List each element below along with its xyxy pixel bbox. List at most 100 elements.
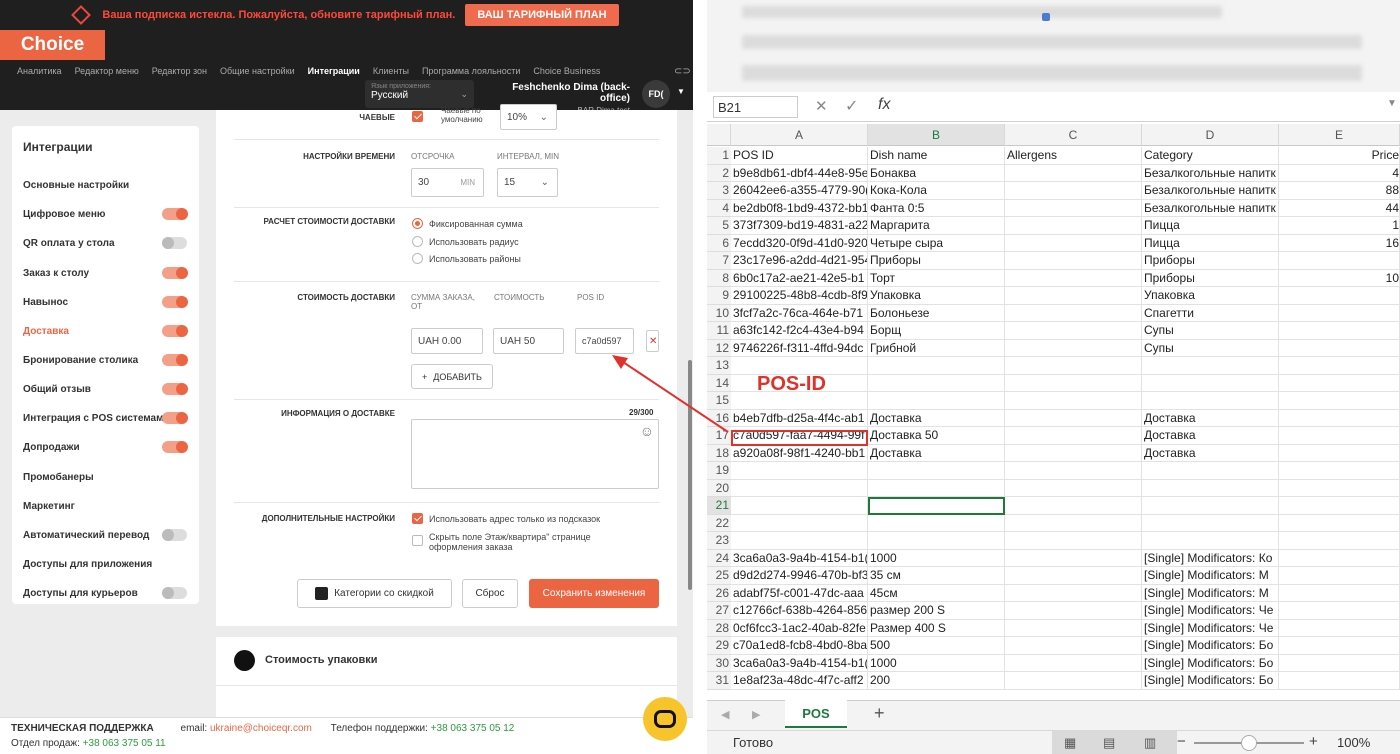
radio-radius[interactable]: [412, 236, 423, 247]
cell[interactable]: POS ID: [731, 147, 868, 165]
cell[interactable]: [1005, 304, 1142, 322]
row-header[interactable]: 9: [707, 287, 731, 305]
cell[interactable]: [1142, 392, 1279, 410]
row-header[interactable]: 24: [707, 549, 731, 567]
cell[interactable]: [1005, 567, 1142, 585]
order-sum-input[interactable]: UAH 0.00: [411, 328, 483, 354]
cell[interactable]: [1005, 339, 1142, 357]
row-header[interactable]: 27: [707, 602, 731, 620]
cell[interactable]: 44: [1279, 199, 1400, 217]
cell[interactable]: [1142, 479, 1279, 497]
sheet-tab-pos[interactable]: POS: [785, 700, 847, 728]
cell[interactable]: 29100225-48b8-4cdb-8f9: [731, 287, 868, 305]
cell[interactable]: Упаковка: [868, 287, 1005, 305]
cell[interactable]: [1005, 514, 1142, 532]
cell[interactable]: Маргарита: [868, 217, 1005, 235]
cell[interactable]: [1279, 374, 1400, 392]
cell[interactable]: [868, 462, 1005, 480]
name-box[interactable]: B21: [713, 96, 798, 118]
cell[interactable]: [731, 357, 868, 375]
cell[interactable]: [1005, 637, 1142, 655]
cell[interactable]: Борщ: [868, 322, 1005, 340]
row-header[interactable]: 14: [707, 374, 731, 392]
cell[interactable]: [1279, 444, 1400, 462]
cell[interactable]: Супы: [1142, 339, 1279, 357]
cell[interactable]: [1142, 374, 1279, 392]
cell[interactable]: [1142, 514, 1279, 532]
nav-item[interactable]: Клиенты: [373, 66, 409, 76]
pos-id-input[interactable]: c7a0d597: [575, 328, 634, 354]
cell[interactable]: Доставка: [1142, 444, 1279, 462]
row-header[interactable]: 15: [707, 392, 731, 410]
cell[interactable]: b9e8db61-dbf4-44e8-95e: [731, 164, 868, 182]
cell[interactable]: [Single] Modificators: Ко: [1142, 549, 1279, 567]
cell[interactable]: [1279, 357, 1400, 375]
cell[interactable]: [731, 462, 868, 480]
cell[interactable]: 23c17e96-a2dd-4d21-954: [731, 252, 868, 270]
cell[interactable]: Доставка: [868, 409, 1005, 427]
cell[interactable]: [1005, 287, 1142, 305]
cell[interactable]: Размер 400 S: [868, 619, 1005, 637]
nav-item[interactable]: Choice Business: [533, 66, 600, 76]
cell[interactable]: 7ecdd320-0f9d-41d0-920: [731, 234, 868, 252]
delay-input[interactable]: 30 MIN: [411, 168, 484, 197]
row-header[interactable]: 6: [707, 234, 731, 252]
cell[interactable]: [1005, 182, 1142, 200]
cell[interactable]: [1279, 549, 1400, 567]
cell[interactable]: [1279, 339, 1400, 357]
cell[interactable]: [1279, 619, 1400, 637]
cell[interactable]: 3ca6a0a3-9a4b-4154-b1(: [731, 549, 868, 567]
sidebar-toggle[interactable]: [162, 267, 188, 279]
cell[interactable]: [868, 392, 1005, 410]
cell[interactable]: Price: [1279, 147, 1400, 165]
cell[interactable]: Бонаква: [868, 164, 1005, 182]
row-header[interactable]: 16: [707, 409, 731, 427]
cell[interactable]: [Single] Modificators: Че: [1142, 602, 1279, 620]
cell[interactable]: [868, 357, 1005, 375]
cell[interactable]: Торт: [868, 269, 1005, 287]
cell[interactable]: Пицца: [1142, 217, 1279, 235]
next-sheet-icon[interactable]: ▶: [752, 708, 760, 721]
support-phone-link[interactable]: +38 063 375 05 12: [431, 723, 515, 734]
zoom-slider-thumb[interactable]: [1241, 735, 1257, 751]
cell[interactable]: [868, 497, 1005, 515]
cell[interactable]: [1005, 252, 1142, 270]
cell[interactable]: Супы: [1142, 322, 1279, 340]
cell[interactable]: 88: [1279, 182, 1400, 200]
sidebar-toggle[interactable]: [162, 587, 187, 599]
interval-select[interactable]: 15 ⌄: [497, 168, 558, 197]
cell[interactable]: adabf75f-c001-47dc-aaa: [731, 584, 868, 602]
cell[interactable]: 3ca6a0a3-9a4b-4154-b1(: [731, 654, 868, 672]
cell[interactable]: Доставка 50: [868, 427, 1005, 445]
cell[interactable]: [Single] Modificators: Че: [1142, 619, 1279, 637]
cell[interactable]: [1005, 409, 1142, 427]
cell[interactable]: [1142, 357, 1279, 375]
cell[interactable]: Безалкогольные напитк: [1142, 182, 1279, 200]
cell[interactable]: [868, 514, 1005, 532]
cell[interactable]: 4: [1279, 164, 1400, 182]
row-header[interactable]: 18: [707, 444, 731, 462]
spreadsheet-grid[interactable]: A B C D E 1 POS ID Dish name Allergens Category Pr…: [707, 124, 1400, 700]
hide-floor-checkbox[interactable]: [412, 535, 423, 546]
cell[interactable]: [1005, 479, 1142, 497]
cell[interactable]: 35 см: [868, 567, 1005, 585]
cell[interactable]: [1005, 654, 1142, 672]
add-row-button[interactable]: + ДОБАВИТЬ: [411, 364, 493, 389]
confirm-icon[interactable]: ✓: [845, 96, 858, 116]
cell[interactable]: [1279, 567, 1400, 585]
cell[interactable]: [1279, 532, 1400, 550]
cell[interactable]: 1: [1279, 217, 1400, 235]
cell[interactable]: [1279, 637, 1400, 655]
row-header[interactable]: 7: [707, 252, 731, 270]
cell[interactable]: Доставка: [1142, 409, 1279, 427]
zoom-in-icon[interactable]: +: [1309, 733, 1318, 750]
cell[interactable]: [Single] Modificators: Бо: [1142, 637, 1279, 655]
cell[interactable]: [Single] Modificators: Бо: [1142, 672, 1279, 690]
nav-item[interactable]: Редактор зон: [152, 66, 207, 76]
tariff-plan-button[interactable]: ВАШ ТАРИФНЫЙ ПЛАН: [465, 4, 619, 26]
row-header[interactable]: 13: [707, 357, 731, 375]
sidebar-toggle[interactable]: [162, 208, 188, 220]
cell[interactable]: 373f7309-bd19-4831-a22: [731, 217, 868, 235]
cell[interactable]: Allergens: [1005, 147, 1142, 165]
cell[interactable]: [1279, 672, 1400, 690]
